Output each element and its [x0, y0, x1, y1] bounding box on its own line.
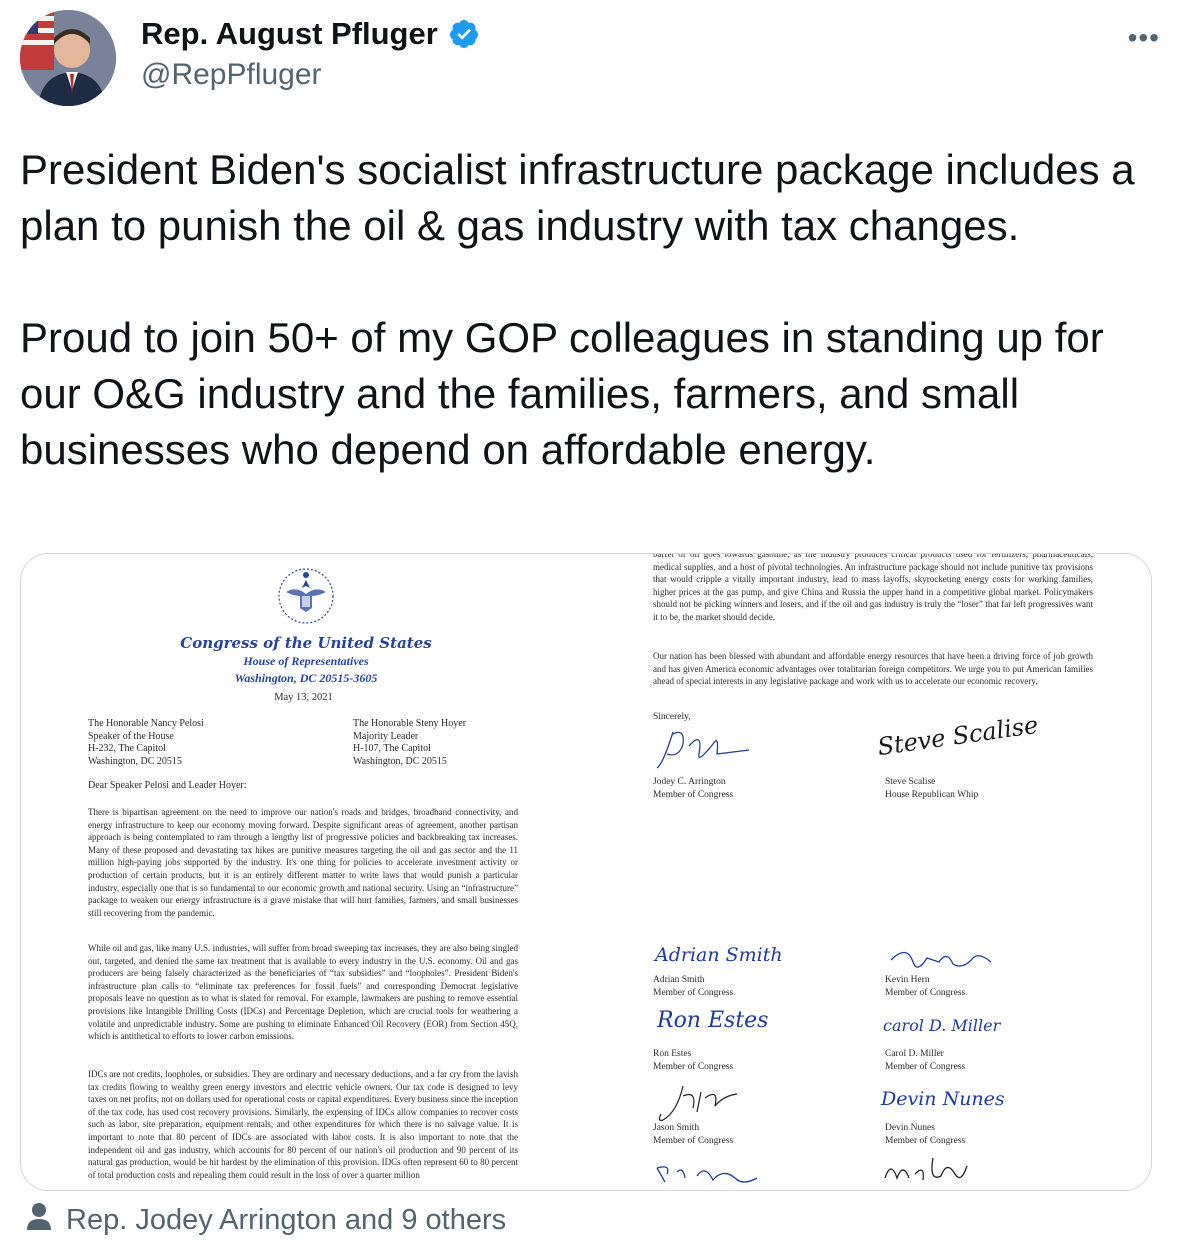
signatory-title: Member of Congress — [653, 987, 734, 998]
letter-paragraph: barrel of oil goes towards gasoline, as … — [653, 553, 1093, 622]
signature-miller: carol D. Miller — [883, 1016, 1001, 1035]
letterhead-house: House of Representatives — [243, 654, 369, 668]
letter-paragraph: Our nation has been blessed with abundan… — [653, 651, 1093, 687]
addressee-pelosi: The Honorable Nancy Pelosi Speaker of th… — [88, 718, 204, 767]
avatar[interactable] — [20, 10, 116, 106]
signatory-block: Jodey C. Arrington Member of Congress — [653, 776, 733, 801]
letter-paragraph: While oil and gas, like many U.S. indust… — [88, 943, 518, 1042]
tweet-text: President Biden's socialist infrastructu… — [20, 146, 1135, 473]
signature-arrington — [653, 724, 763, 774]
letter-paragraph: There is bipartisan agreement on the nee… — [88, 807, 518, 918]
more-icon[interactable]: ••• — [1128, 22, 1160, 54]
letterhead-address: Washington, DC 20515-3605 — [234, 671, 378, 685]
signatory-name: Devin Nunes — [885, 1123, 935, 1133]
signature-scalise: Steve Scalise — [875, 710, 1040, 762]
verified-badge-icon — [448, 18, 480, 50]
signature-estes: Ron Estes — [657, 1008, 769, 1033]
signatory-title: Member of Congress — [653, 1135, 734, 1146]
author-name[interactable]: Rep. August Pfluger — [141, 16, 480, 52]
signatory-block: Steve Scalise House Republican Whip — [885, 776, 978, 801]
author-handle[interactable]: @RepPfluger — [141, 58, 322, 92]
signatory-block: Ron Estes Member of Congress — [653, 1048, 733, 1073]
signatory-title: Member of Congress — [885, 1061, 966, 1072]
signatory-block: Jason Smith Member of Congress — [653, 1122, 733, 1147]
signatory-title: Member of Congress — [653, 789, 734, 800]
signatory-name: Adrian Smith — [653, 975, 705, 985]
signatory-name: Kevin Hern — [885, 975, 930, 985]
letter-closing: Sincerely, — [653, 712, 691, 722]
letterhead-title: Congress of the United States — [180, 634, 432, 652]
signature-wenstrup — [653, 1158, 763, 1188]
signatory-title: Member of Congress — [885, 987, 966, 998]
signatory-name: Jodey C. Arrington — [653, 777, 726, 787]
signatory-name: Jason Smith — [653, 1123, 700, 1133]
signatory-block: Kevin Hern Member of Congress — [885, 974, 965, 999]
signatory-name: Steve Scalise — [885, 777, 936, 787]
avatar-image — [20, 10, 116, 106]
signature-kelly — [881, 1154, 971, 1188]
letter-paragraph: IDCs are not credits, loopholes, or subs… — [88, 1069, 518, 1180]
letter-document: Congress of the United States House of R… — [21, 554, 1151, 1190]
signatory-block: Adrian Smith Member of Congress — [653, 974, 733, 999]
signature-jason-smith — [653, 1082, 753, 1124]
tagged-users-label[interactable]: Rep. Jodey Arrington and 9 others — [66, 1204, 506, 1237]
addressee-hoyer: The Honorable Steny Hoyer Majority Leade… — [353, 718, 467, 767]
letter-page-1: Congress of the United States House of R… — [21, 554, 591, 1190]
signatory-name: Ron Estes — [653, 1049, 692, 1059]
signatory-block: Devin Nunes Member of Congress — [885, 1122, 965, 1147]
congress-seal-icon — [278, 568, 334, 624]
signatory-name: Carol D. Miller — [885, 1049, 944, 1059]
letter-page-2: barrel of oil goes towards gasoline, as … — [591, 554, 1151, 1190]
tweet-media-letter[interactable]: Congress of the United States House of R… — [20, 553, 1152, 1191]
signatory-block: Carol D. Miller Member of Congress — [885, 1048, 965, 1073]
signature-nunes: Devin Nunes — [881, 1088, 1005, 1110]
person-icon — [26, 1202, 52, 1238]
signatory-title: Member of Congress — [885, 1135, 966, 1146]
letter-date: May 13, 2021 — [274, 692, 333, 703]
signatory-title: House Republican Whip — [885, 789, 979, 800]
signatory-title: Member of Congress — [653, 1061, 734, 1072]
author-display-name[interactable]: Rep. August Pfluger — [141, 16, 438, 52]
letter-salutation: Dear Speaker Pelosi and Leader Hoyer: — [88, 780, 247, 791]
tagged-users[interactable]: Rep. Jodey Arrington and 9 others — [26, 1202, 506, 1238]
signature-adrian-smith: Adrian Smith — [655, 944, 783, 966]
